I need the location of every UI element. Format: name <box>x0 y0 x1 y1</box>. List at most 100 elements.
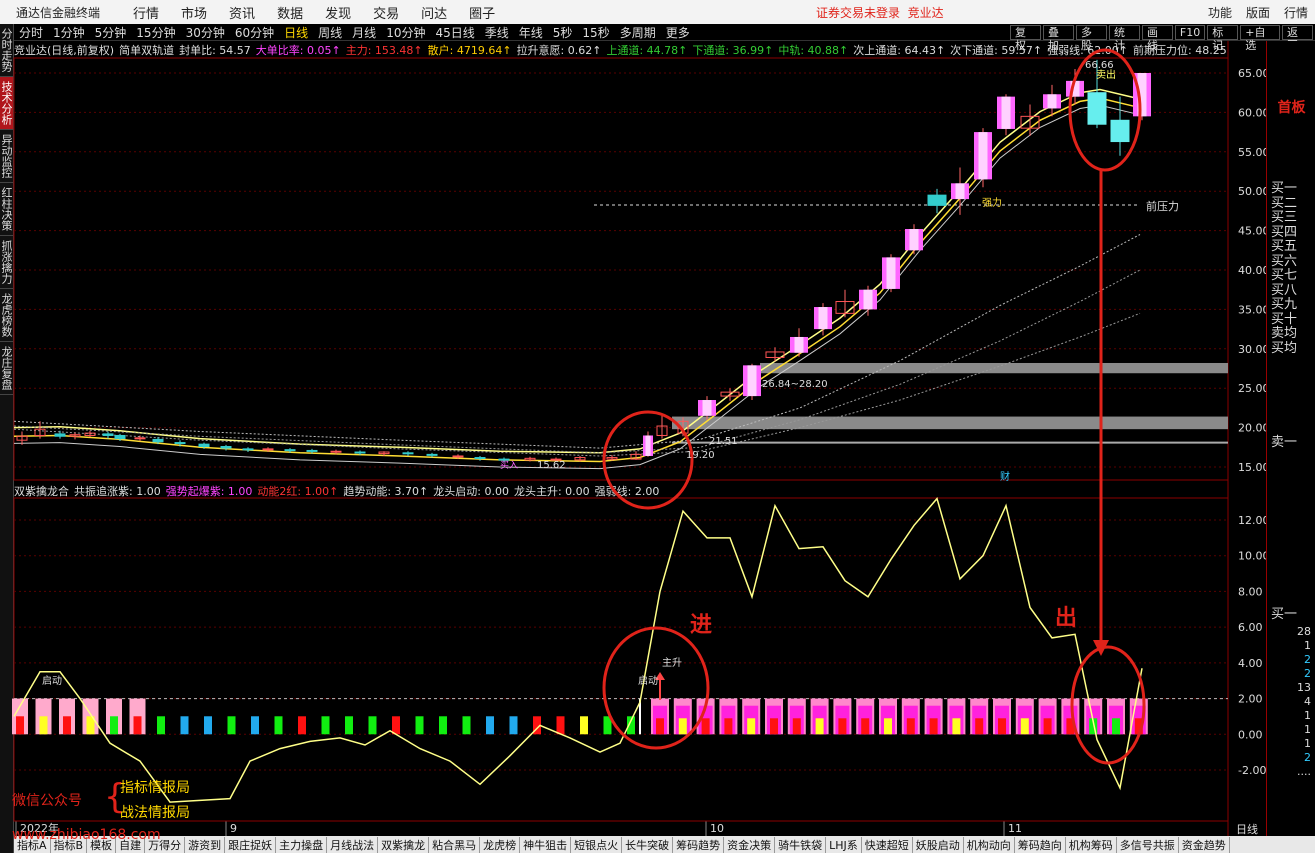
price-tick: 50.00 <box>1238 185 1270 198</box>
tool-duogu[interactable]: 多股 <box>1075 24 1107 52</box>
bottom-tab-19[interactable]: 快速超短 <box>862 836 913 853</box>
period-year[interactable]: 年线 <box>519 24 543 41</box>
candle-body <box>974 132 992 180</box>
login-status[interactable]: 证券交易未登录 竞业达 <box>816 4 944 21</box>
bottom-tab-20[interactable]: 妖股启动 <box>913 836 964 853</box>
bottom-tab-17[interactable]: 骑牛铁袋 <box>775 836 827 853</box>
period-30min[interactable]: 30分钟 <box>186 24 225 41</box>
candle-body <box>354 451 366 454</box>
tool-huaxian[interactable]: 画线 <box>1141 24 1173 52</box>
ind-bar <box>63 716 71 735</box>
menu-faxian[interactable]: 发现 <box>325 3 351 22</box>
bottom-tab-18[interactable]: LHJ系 <box>826 836 862 853</box>
menu-gongneng[interactable]: 功能 <box>1208 4 1232 21</box>
candle-highlight <box>818 307 828 330</box>
ind-bar <box>701 718 710 735</box>
chart-tools: 复权 叠加 多股 统计 画线 F10 标记 +自选 返回 <box>1010 24 1315 52</box>
ind-bar-purple <box>721 705 736 735</box>
ind-bar <box>345 716 353 735</box>
bar-bg <box>1129 698 1148 735</box>
menu-hangqing[interactable]: 行情 <box>133 3 159 22</box>
ind-bar <box>251 716 259 735</box>
candle-body <box>152 438 164 443</box>
period-week[interactable]: 周线 <box>318 24 342 41</box>
lefttab-longzhuang[interactable]: 龙庄复盘 <box>0 342 13 395</box>
ind-bar-purple <box>995 705 1009 735</box>
ind-bar <box>627 716 635 735</box>
tool-fanhui[interactable]: 返回 <box>1282 24 1313 52</box>
ind-tick: -2.00 <box>1238 764 1266 777</box>
candle-body <box>677 420 689 434</box>
candle-highlight <box>863 289 873 310</box>
ind-bar <box>656 718 664 735</box>
tool-fuquan[interactable]: 复权 <box>1010 24 1041 52</box>
menu-zixun[interactable]: 资讯 <box>229 3 255 22</box>
menu-hangqing-right[interactable]: 行情 <box>1284 4 1308 21</box>
period-multi[interactable]: 多周期 <box>620 24 656 41</box>
period-10min[interactable]: 10分钟 <box>386 24 425 41</box>
bottom-tab-23[interactable]: 机构筹码 <box>1066 836 1117 853</box>
tool-zixuan[interactable]: +自选 <box>1240 24 1281 52</box>
bottom-tab-10[interactable]: 粘合黑马 <box>429 836 481 853</box>
period-season[interactable]: 季线 <box>485 24 509 41</box>
bottom-tab-21[interactable]: 机构动向 <box>964 836 1015 853</box>
ind-bar-purple <box>698 705 713 735</box>
bottom-tab-15[interactable]: 筹码趋势 <box>673 836 725 853</box>
bottom-tab-6[interactable]: 跟庄捉妖 <box>225 836 277 853</box>
label-range: 26.84~28.20 <box>762 379 828 390</box>
ind-tick: 8.00 <box>1238 585 1263 598</box>
period-15s[interactable]: 15秒 <box>582 24 609 41</box>
dash-band-1 <box>13 269 1141 454</box>
bottom-tab-12[interactable]: 神牛狙击 <box>520 836 572 853</box>
ind-bar <box>952 718 961 735</box>
menu-jiaoyi[interactable]: 交易 <box>373 3 399 22</box>
volume-10: .... <box>1297 765 1311 778</box>
period-month[interactable]: 月线 <box>352 24 376 41</box>
menu-shichang[interactable]: 市场 <box>181 3 207 22</box>
ind-bar-purple <box>881 705 895 735</box>
bottom-tab-22[interactable]: 筹码趋向 <box>1015 836 1066 853</box>
menu-banmian[interactable]: 版面 <box>1246 4 1270 21</box>
bottom-tab-8[interactable]: 月线战法 <box>327 836 379 853</box>
price-tick: 45.00 <box>1238 225 1270 238</box>
menu-wenda[interactable]: 问达 <box>421 3 447 22</box>
bottom-tab-11[interactable]: 龙虎榜 <box>480 836 521 853</box>
period-fenshi[interactable]: 分时 <box>19 24 43 41</box>
period-60min[interactable]: 60分钟 <box>235 24 274 41</box>
lefttab-yidong[interactable]: 异动监控 <box>0 130 13 183</box>
bottom-tab-13[interactable]: 短银点火 <box>571 836 623 853</box>
period-5s[interactable]: 5秒 <box>553 24 573 41</box>
menu-shuju[interactable]: 数据 <box>277 3 303 22</box>
stock-chart[interactable]: 65.0060.0055.0050.0045.0040.0035.0030.00… <box>0 0 1315 853</box>
period-45day[interactable]: 45日线 <box>435 24 474 41</box>
period-15min[interactable]: 15分钟 <box>136 24 175 41</box>
lefttab-zhuazhang[interactable]: 抓涨擒力 <box>0 236 13 289</box>
lefttab-hongzhu[interactable]: 红柱决策 <box>0 183 13 236</box>
menu-quanzi[interactable]: 圈子 <box>469 3 495 22</box>
bar-bg <box>1015 698 1034 735</box>
tool-tongji[interactable]: 统计 <box>1108 24 1140 52</box>
period-1min[interactable]: 1分钟 <box>53 24 85 41</box>
lefttab-jishu[interactable]: 技术分析 <box>0 77 13 130</box>
wm-tactic-bureau: 战法情报局 <box>120 805 190 821</box>
candle-body <box>402 452 414 455</box>
tool-biaoji[interactable]: 标记 <box>1207 24 1239 52</box>
lefttab-longhu[interactable]: 龙虎榜数 <box>0 289 13 342</box>
period-day[interactable]: 日线 <box>284 24 308 41</box>
candle-body <box>927 194 947 206</box>
bottom-tab-7[interactable]: 主力操盘 <box>276 836 328 853</box>
bottom-tab-9[interactable]: 双紫擒龙 <box>378 836 430 853</box>
buy-level-3: 买四 <box>1271 224 1298 240</box>
bottom-tab-14[interactable]: 长牛突破 <box>622 836 674 853</box>
candle-highlight <box>886 257 896 289</box>
bottom-tab-25[interactable]: 资金趋势 <box>1179 836 1230 853</box>
tool-f10[interactable]: F10 <box>1174 24 1206 40</box>
ind-bar <box>415 716 424 735</box>
bottom-tab-16[interactable]: 资金决策 <box>724 836 776 853</box>
period-5min[interactable]: 5分钟 <box>95 24 127 41</box>
bottom-tab-5[interactable]: 游资到 <box>185 836 226 853</box>
tool-diejia[interactable]: 叠加 <box>1042 24 1074 52</box>
bottom-tab-24[interactable]: 多信号共振 <box>1117 836 1179 853</box>
period-more[interactable]: 更多 <box>666 24 690 41</box>
lefttab-fenshi[interactable]: 分时走势 <box>0 24 13 77</box>
